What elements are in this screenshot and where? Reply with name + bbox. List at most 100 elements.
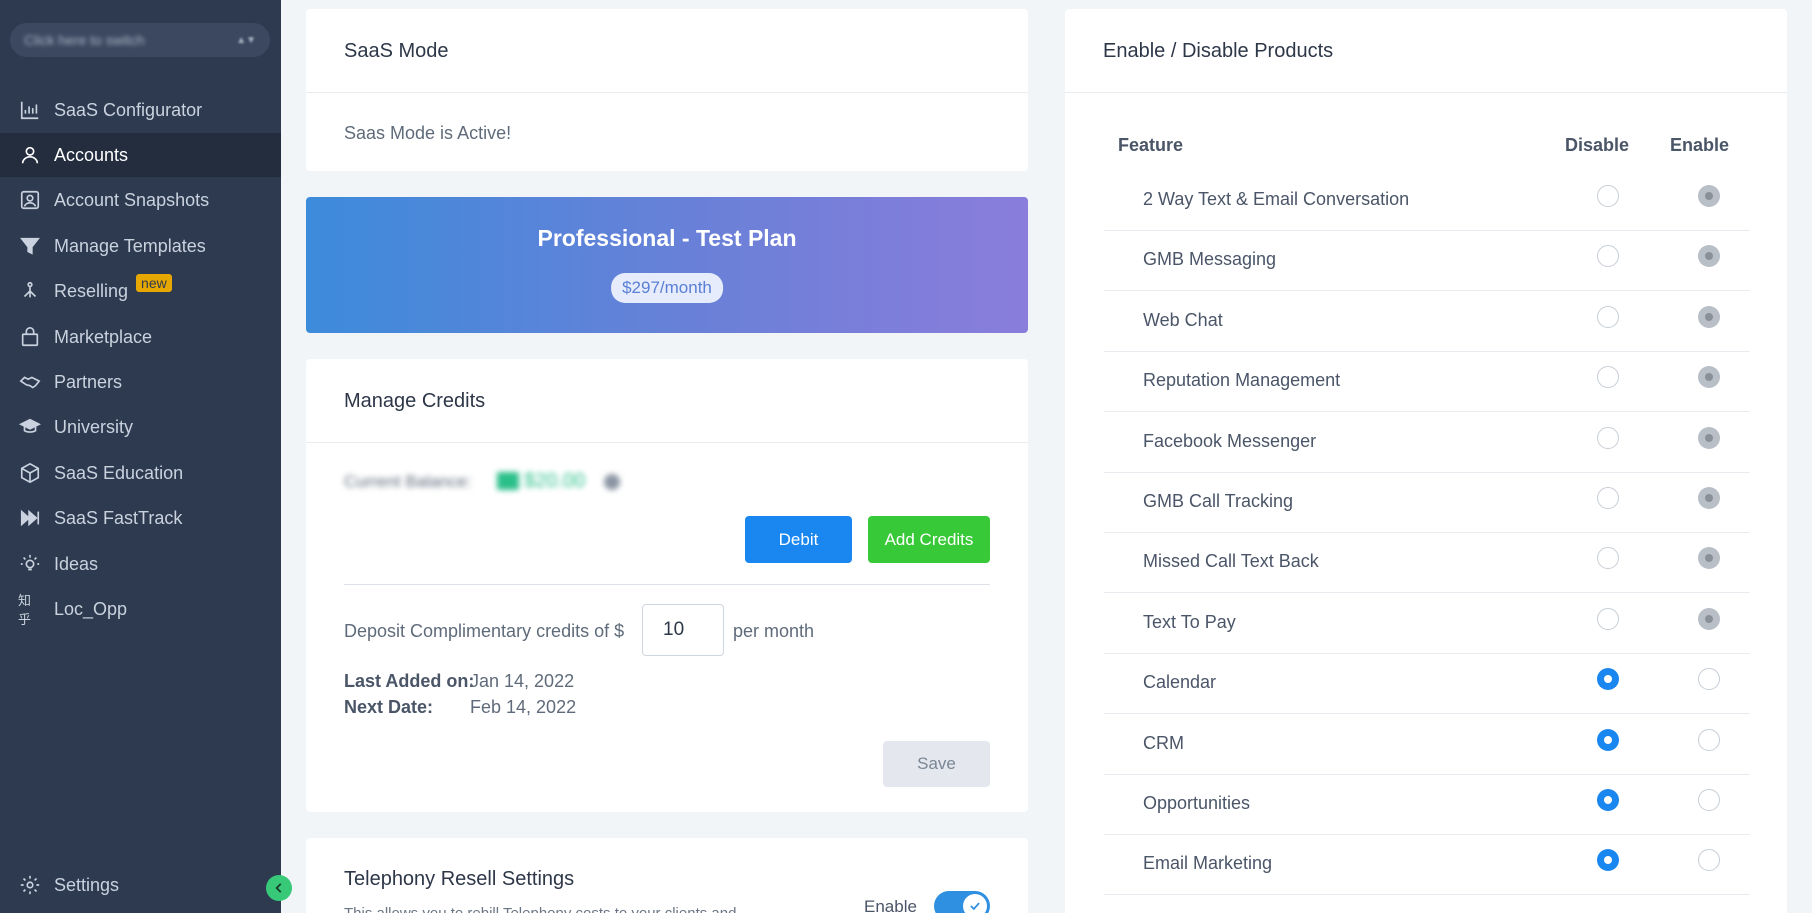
sidebar-item-label: SaaS FastTrack: [54, 507, 183, 528]
sidebar-item-reselling[interactable]: Reselling new: [0, 269, 281, 313]
feature-label: 2 Way Text & Email Conversation: [1143, 189, 1410, 209]
sidebar-item-account-snapshots[interactable]: Account Snapshots: [0, 178, 281, 222]
telephony-card: Telephony Resell Settings This allows yo…: [306, 838, 1028, 913]
sidebar-item-manage-templates[interactable]: Manage Templates: [0, 224, 281, 268]
complimentary-credits-input[interactable]: 10: [642, 604, 724, 656]
user-icon: [18, 143, 42, 167]
divider: [306, 92, 1028, 93]
sidebar-item-label: Ideas: [54, 553, 99, 574]
save-button[interactable]: Save: [883, 741, 990, 787]
box-icon: [18, 461, 42, 485]
disable-radio[interactable]: [1597, 487, 1619, 509]
enable-radio[interactable]: [1698, 668, 1720, 691]
sidebar-item-label: University: [54, 416, 134, 437]
sidebar-item-label: Account Snapshots: [54, 189, 210, 210]
divider: [306, 442, 1028, 443]
sidebar-item-label: SaaS Configurator: [54, 99, 203, 120]
plan-card: Professional - Test Plan $297/month: [306, 197, 1028, 333]
filter-icon: [18, 234, 42, 258]
text-logo-icon: 知乎: [18, 593, 32, 627]
enable-radio[interactable]: [1698, 245, 1720, 268]
deposit-suffix-label: per month: [733, 621, 815, 641]
chevron-left-icon: [275, 883, 282, 893]
feature-label: Email Marketing: [1143, 853, 1273, 874]
disable-radio[interactable]: [1597, 366, 1619, 389]
sidebar-item-marketplace[interactable]: Marketplace: [0, 315, 281, 359]
enable-radio[interactable]: [1698, 607, 1720, 630]
feature-label: Reputation Management: [1143, 370, 1341, 391]
plan-name: Professional - Test Plan: [537, 225, 797, 251]
plan-price-badge: $297/month: [611, 273, 723, 303]
current-balance-value: $20.00: [524, 470, 586, 492]
sidebar-item-accounts[interactable]: Accounts: [0, 133, 281, 177]
sidebar-item-label: Manage Templates: [54, 235, 206, 256]
add-credits-button[interactable]: Add Credits: [868, 516, 990, 563]
network-icon: [18, 279, 42, 303]
enable-radio[interactable]: [1698, 305, 1720, 328]
graduation-cap-icon: [18, 415, 42, 439]
saas-mode-card: SaaS Mode Saas Mode is Active!: [306, 9, 1028, 171]
last-added-value: Jan 14, 2022: [470, 671, 575, 691]
column-header-disable: Disable: [1565, 135, 1630, 155]
feature-label: Missed Call Text Back: [1143, 551, 1319, 572]
disable-radio[interactable]: [1597, 607, 1619, 630]
enable-radio[interactable]: [1698, 487, 1720, 509]
sidebar-item-university[interactable]: University: [0, 405, 281, 449]
sidebar-item-ideas[interactable]: Ideas: [0, 542, 281, 586]
debit-button[interactable]: Debit: [745, 516, 852, 563]
feature-label: GMB Messaging: [1143, 249, 1277, 270]
enable-radio[interactable]: [1698, 547, 1720, 570]
disable-radio[interactable]: [1597, 305, 1619, 328]
disable-radio[interactable]: [1597, 426, 1619, 449]
manage-credits-card: Manage Credits Current Balance: $20.00 D…: [306, 359, 1028, 812]
sidebar-item-label: Settings: [54, 874, 120, 895]
sidebar-item-settings[interactable]: Settings: [0, 863, 281, 907]
lightbulb-icon: [18, 552, 42, 576]
snapshot-icon: [18, 188, 42, 212]
table-row: Email Marketing: [1104, 835, 1750, 896]
table-row: Web Chat: [1104, 292, 1750, 352]
disable-radio[interactable]: [1597, 728, 1619, 751]
new-badge: new: [136, 274, 172, 292]
sidebar-item-label: Loc_Opp: [54, 598, 128, 619]
telephony-enable-label: Enable: [864, 897, 917, 913]
bag-icon: [18, 325, 42, 349]
enable-radio[interactable]: [1698, 849, 1720, 872]
disable-radio[interactable]: [1597, 668, 1619, 691]
sidebar-item-saas-configurator[interactable]: SaaS Configurator: [0, 88, 281, 132]
disable-radio[interactable]: [1597, 245, 1619, 268]
sidebar-item-label: Accounts: [54, 144, 129, 165]
disable-radio[interactable]: [1597, 789, 1619, 811]
table-row: Calendar: [1104, 654, 1750, 715]
enable-radio[interactable]: [1698, 366, 1720, 389]
table-row: GMB Call Tracking: [1104, 473, 1750, 533]
sidebar-item-saas-education[interactable]: SaaS Education: [0, 451, 281, 495]
enable-radio[interactable]: [1698, 426, 1720, 449]
feature-label: Opportunities: [1143, 793, 1251, 813]
next-date-label: Next Date:: [344, 697, 434, 717]
telephony-enable-toggle[interactable]: [934, 891, 990, 913]
sidebar-item-partners[interactable]: Partners: [0, 360, 281, 404]
feature-label: Facebook Messenger: [1143, 430, 1317, 451]
saas-mode-status: Saas Mode is Active!: [344, 123, 512, 143]
sidebar-item-loc-opp[interactable]: 知乎 Loc_Opp: [0, 587, 281, 631]
enable-radio[interactable]: [1698, 728, 1720, 751]
disable-radio[interactable]: [1597, 547, 1619, 570]
disable-radio[interactable]: [1597, 849, 1619, 872]
deposit-prefix-label: Deposit Complimentary credits of $: [344, 621, 625, 641]
chevron-updown-icon: ▲▼: [236, 34, 256, 46]
enable-radio[interactable]: [1698, 185, 1720, 207]
account-switcher[interactable]: Click here to switch ▲▼: [10, 23, 270, 57]
disable-radio[interactable]: [1597, 185, 1619, 207]
fast-forward-icon: [18, 506, 42, 530]
sidebar-item-saas-fasttrack[interactable]: SaaS FastTrack: [0, 496, 281, 540]
enable-radio[interactable]: [1698, 789, 1720, 811]
account-switcher-label: Click here to switch: [24, 32, 145, 48]
collapse-sidebar-button[interactable]: [266, 875, 292, 901]
feature-label: GMB Call Tracking: [1143, 491, 1294, 511]
table-row: Facebook Messenger: [1104, 413, 1750, 473]
column-header-feature: Feature: [1118, 135, 1184, 155]
products-title: Enable / Disable Products: [1103, 40, 1334, 62]
next-date-value: Feb 14, 2022: [470, 697, 577, 717]
sidebar: Click here to switch ▲▼ SaaS Configurato…: [0, 0, 281, 913]
